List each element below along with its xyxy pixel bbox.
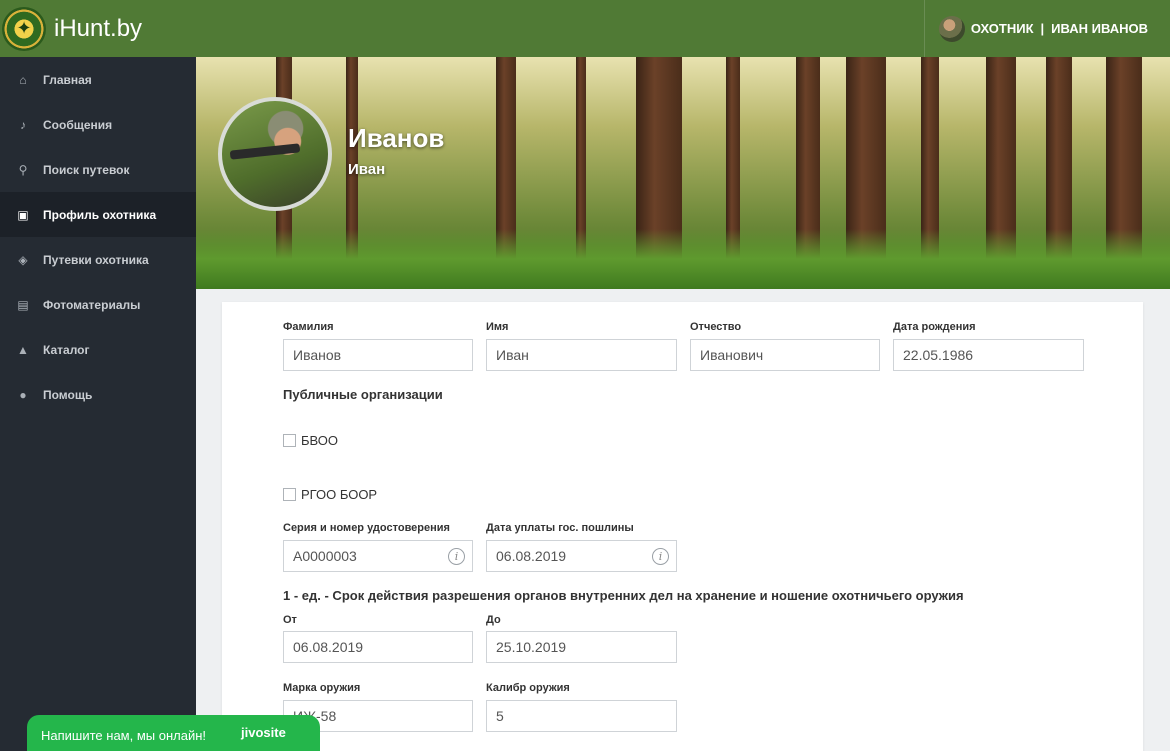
weapon-caliber-field[interactable]: 5 (486, 700, 677, 732)
certificate-value: А0000003 (293, 548, 357, 564)
user-menu[interactable]: ОХОТНИК | ИВАН ИВАНОВ (923, 0, 1170, 57)
sidebar-item-label: Путевки охотника (43, 252, 149, 267)
sidebar-item-label: Помощь (43, 387, 93, 402)
emblem-icon: ✦ (2, 6, 46, 51)
profile-last-name: Иванов (348, 123, 445, 153)
surname-label: Фамилия (283, 321, 334, 333)
rifle-shape (229, 143, 301, 160)
profile-banner: Иванов Иван (196, 57, 1170, 289)
patronymic-field[interactable]: Иванович (690, 339, 880, 371)
user-role: ОХОТНИК (970, 21, 1034, 36)
sidebar-item-messages[interactable]: ♪ Сообщения (0, 102, 196, 147)
birth-date-label: Дата рождения (893, 321, 976, 333)
search-icon: ⚲ (18, 162, 28, 177)
surname-field[interactable]: Иванов (283, 339, 473, 371)
sidebar-item-hunter-profile[interactable]: ▣ Профиль охотника (0, 192, 196, 237)
org-checkbox-bvoo[interactable]: БВОО (283, 433, 338, 448)
permit-title: 1 - ед. - Срок действия разрешения орган… (283, 588, 964, 603)
fee-date-label: Дата уплаты гос. пошлины (486, 522, 634, 534)
sidebar-item-label: Профиль охотника (43, 207, 157, 222)
user-separator: | (1040, 21, 1045, 36)
info-icon[interactable]: i (448, 548, 465, 565)
certificate-label: Серия и номер удостоверения (283, 522, 450, 534)
sidebar-item-catalog[interactable]: ▲ Каталог (0, 327, 196, 372)
patronymic-label: Отчество (690, 321, 742, 333)
name-label: Имя (486, 321, 509, 333)
info-icon[interactable]: i (652, 548, 669, 565)
avatar (938, 15, 965, 42)
info-icon: ● (19, 387, 27, 402)
sidebar-item-label: Сообщения (43, 117, 113, 132)
public-orgs-title: Публичные организации (283, 387, 443, 402)
sidebar-item-hunter-tours[interactable]: ◈ Путевки охотника (0, 237, 196, 282)
checkbox-label: БВОО (301, 433, 338, 448)
banner-ground (196, 229, 1170, 289)
sidebar-item-label: Каталог (43, 342, 90, 357)
org-checkbox-rgoo-boor[interactable]: РГОО БООР (283, 487, 377, 502)
catalog-icon: ▲ (17, 342, 29, 357)
certificate-field[interactable]: А0000003 i (283, 540, 473, 572)
profile-form-card: Фамилия Иванов Имя Иван Отчество Иванови… (222, 302, 1143, 751)
birth-date-value: 22.05.1986 (903, 347, 974, 363)
chat-brand: jivosite (241, 725, 286, 740)
to-label: До (486, 614, 501, 626)
sidebar-item-label: Фотоматериалы (43, 297, 141, 312)
brand-name: iHunt.by (54, 14, 143, 42)
profile-first-name: Иван (348, 161, 386, 178)
sidebar-item-home[interactable]: ⌂ Главная (0, 57, 196, 102)
fee-date-field[interactable]: 06.08.2019 i (486, 540, 677, 572)
from-label: От (283, 614, 297, 626)
checkbox-label: РГОО БООР (301, 487, 378, 502)
checkbox-box[interactable] (283, 488, 296, 501)
patronymic-value: Иванович (700, 347, 764, 363)
weapon-caliber-value: 5 (496, 708, 504, 724)
checkbox-box[interactable] (283, 434, 296, 447)
chat-widget[interactable]: Напишите нам, мы онлайн! jivosite (27, 715, 320, 751)
surname-value: Иванов (293, 347, 342, 363)
name-value: Иван (496, 347, 529, 363)
sidebar-item-help[interactable]: ● Помощь (0, 372, 196, 417)
chat-text: Напишите нам, мы онлайн! (41, 727, 207, 743)
bell-icon: ♪ (20, 117, 26, 132)
photos-icon: ▤ (17, 297, 29, 312)
sidebar-item-label: Поиск путевок (43, 162, 130, 177)
top-bar: ✦ iHunt.by ОХОТНИК | ИВАН ИВАНОВ (0, 0, 1170, 57)
profile-photo[interactable] (218, 97, 332, 211)
user-name: ИВАН ИВАНОВ (1051, 21, 1148, 36)
weapon-brand-label: Марка оружия (283, 682, 361, 694)
to-date-field[interactable]: 25.10.2019 (486, 631, 677, 663)
sidebar-item-photos[interactable]: ▤ Фотоматериалы (0, 282, 196, 327)
sidebar-item-search-tours[interactable]: ⚲ Поиск путевок (0, 147, 196, 192)
birth-date-field[interactable]: 22.05.1986 (893, 339, 1084, 371)
home-icon: ⌂ (19, 72, 27, 87)
name-field[interactable]: Иван (486, 339, 677, 371)
target-icon: ◈ (18, 252, 28, 267)
id-card-icon: ▣ (17, 207, 29, 222)
sidebar-item-label: Главная (43, 72, 92, 87)
fee-date-value: 06.08.2019 (496, 548, 567, 564)
brand[interactable]: ✦ iHunt.by (0, 0, 142, 57)
from-date-field[interactable]: 06.08.2019 (283, 631, 473, 663)
to-date-value: 25.10.2019 (496, 639, 567, 655)
weapon-caliber-label: Калибр оружия (486, 682, 570, 694)
sidebar: ⌂ Главная ♪ Сообщения ⚲ Поиск путевок ▣ … (0, 57, 196, 751)
from-date-value: 06.08.2019 (293, 639, 364, 655)
